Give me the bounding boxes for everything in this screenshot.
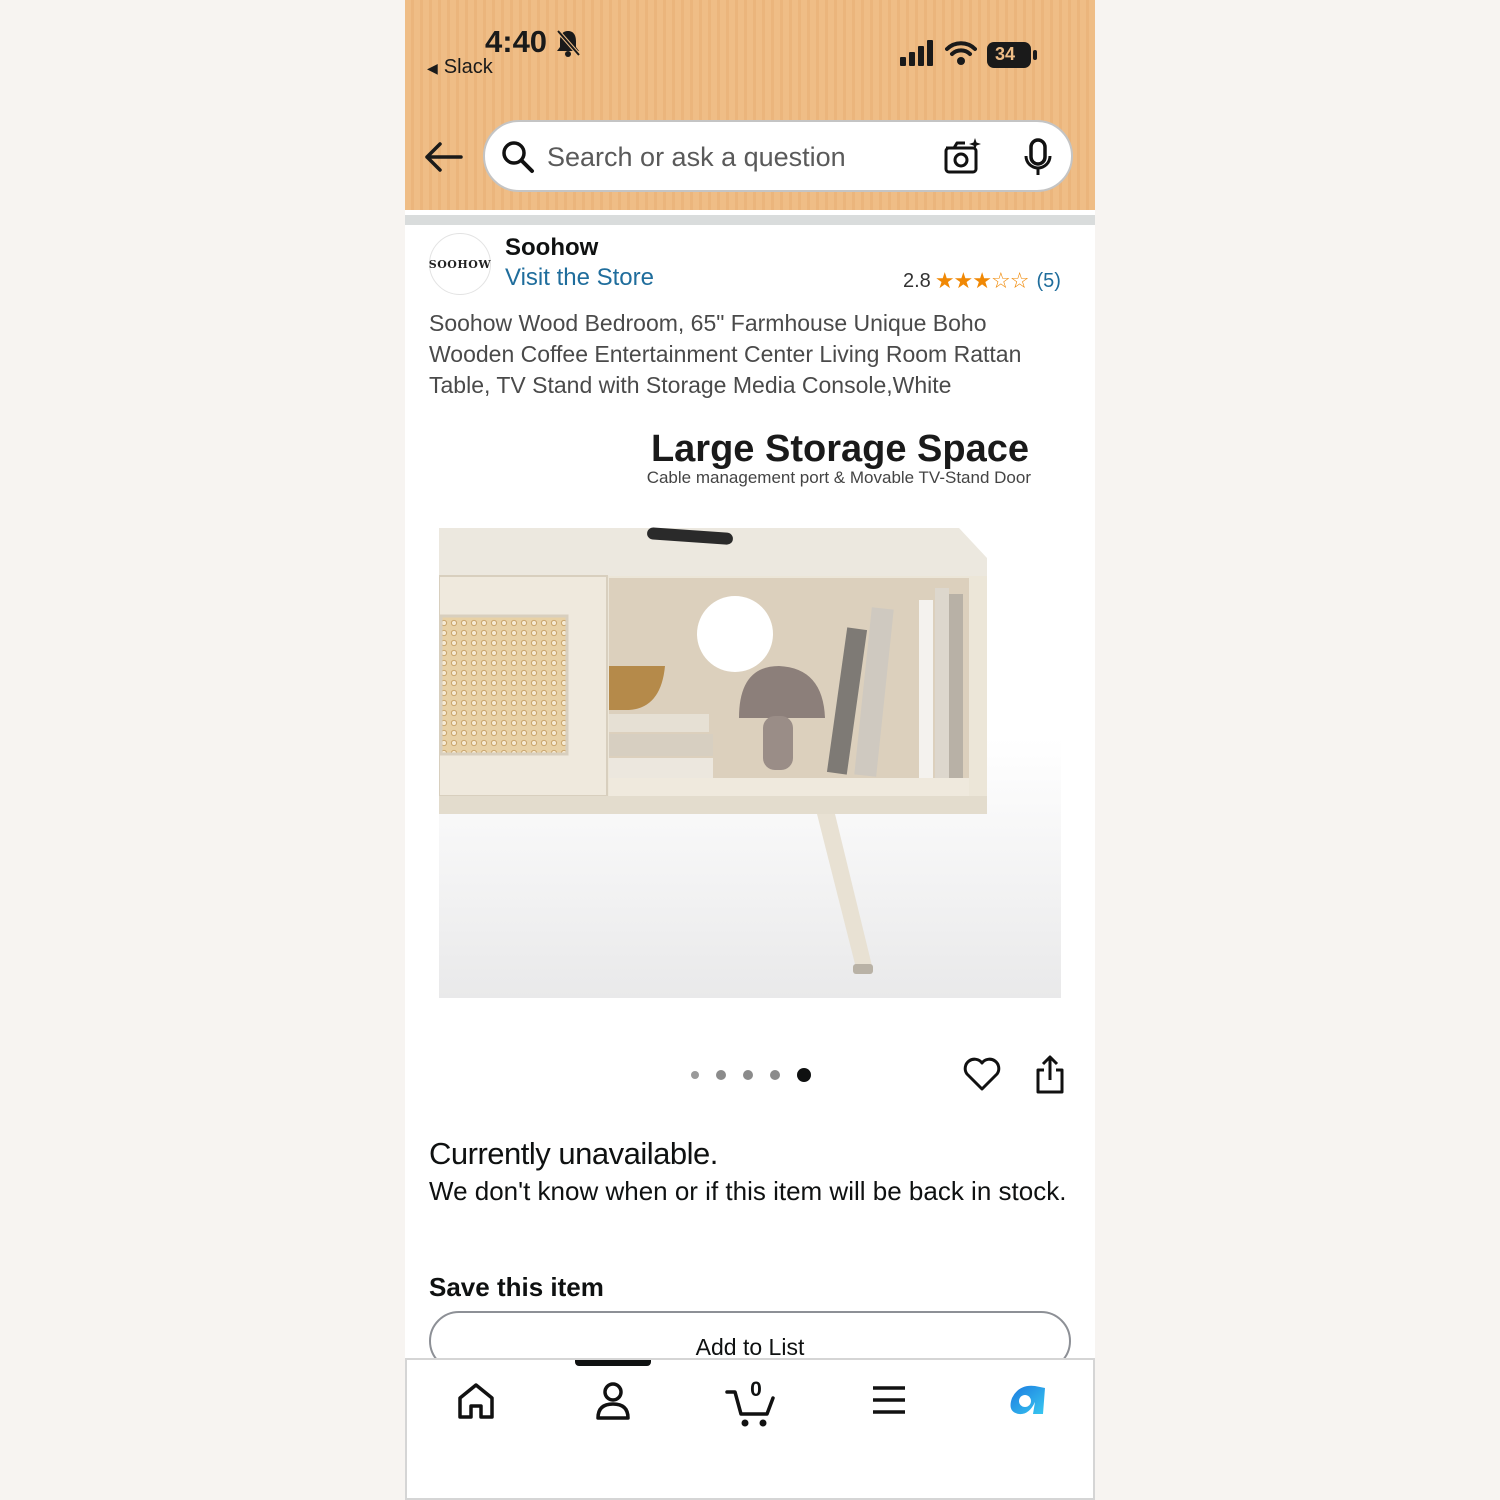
carousel-dot-active[interactable] <box>797 1068 811 1082</box>
star-rating-icon: ★★★☆☆ <box>934 268 1030 293</box>
save-item-heading: Save this item <box>429 1272 604 1302</box>
availability-heading: Currently unavailable. <box>429 1136 718 1171</box>
home-icon[interactable] <box>455 1380 497 1422</box>
rating-summary[interactable]: 2.8 ★★★☆☆ (5) <box>903 268 1061 294</box>
microphone-icon[interactable] <box>1023 138 1053 178</box>
carousel-dot[interactable] <box>691 1071 699 1079</box>
battery-cap <box>1033 50 1037 60</box>
share-icon[interactable] <box>1033 1054 1067 1096</box>
store-name: Soohow <box>505 234 599 261</box>
cellular-signal-icon <box>900 40 933 66</box>
visit-store-link[interactable]: Visit the Store <box>505 264 654 292</box>
image-headline: Large Storage Space <box>650 428 1029 470</box>
app-header: 4:40 ◀ Slack 34 <box>405 0 1095 210</box>
search-icon <box>502 141 534 173</box>
store-logo-text: SOOHOW <box>428 257 492 271</box>
product-title: Soohow Wood Bedroom, 65" Farmhouse Uniqu… <box>429 310 1022 398</box>
rating-value: 2.8 <box>903 269 931 292</box>
phone-screen: 4:40 ◀ Slack 34 Search or ask a question… <box>405 0 1095 1500</box>
status-time: 4:40 <box>485 24 548 59</box>
availability-message: We don't know when or if this item will … <box>429 1176 1067 1206</box>
carousel-dot[interactable] <box>716 1070 726 1080</box>
camera-search-icon[interactable] <box>943 138 983 176</box>
heart-icon[interactable] <box>962 1054 1002 1094</box>
back-app-label: Slack <box>443 56 493 78</box>
battery-level: 34 <box>995 44 1016 64</box>
tv-stand-illustration <box>438 418 1061 998</box>
menu-icon[interactable] <box>871 1380 907 1420</box>
battery-indicator: 34 <box>987 42 1031 68</box>
account-icon[interactable] <box>593 1380 633 1422</box>
active-tab-indicator <box>575 1360 651 1366</box>
search-bar[interactable] <box>483 120 1073 192</box>
carousel-dot[interactable] <box>743 1070 753 1080</box>
carousel-indicator[interactable] <box>691 1068 828 1082</box>
cart-count: 0 <box>750 1378 762 1401</box>
search-input[interactable] <box>545 136 909 178</box>
wifi-icon <box>945 41 977 65</box>
back-arrow-icon[interactable] <box>423 140 463 174</box>
product-image[interactable]: Large Storage Space Cable management por… <box>438 418 1061 998</box>
rufus-icon[interactable] <box>1005 1380 1049 1420</box>
carousel-dot[interactable] <box>770 1070 780 1080</box>
image-subheadline: Cable management port & Movable TV-Stand… <box>646 468 1031 487</box>
review-count[interactable]: (5) <box>1036 270 1060 293</box>
back-triangle-icon: ◀ <box>427 60 438 76</box>
bottom-nav: 0 <box>405 1358 1095 1500</box>
bell-muted-icon <box>556 29 581 57</box>
store-logo[interactable]: SOOHOW <box>429 233 491 295</box>
back-to-app[interactable]: ◀ Slack <box>427 56 493 79</box>
header-divider <box>405 215 1095 225</box>
